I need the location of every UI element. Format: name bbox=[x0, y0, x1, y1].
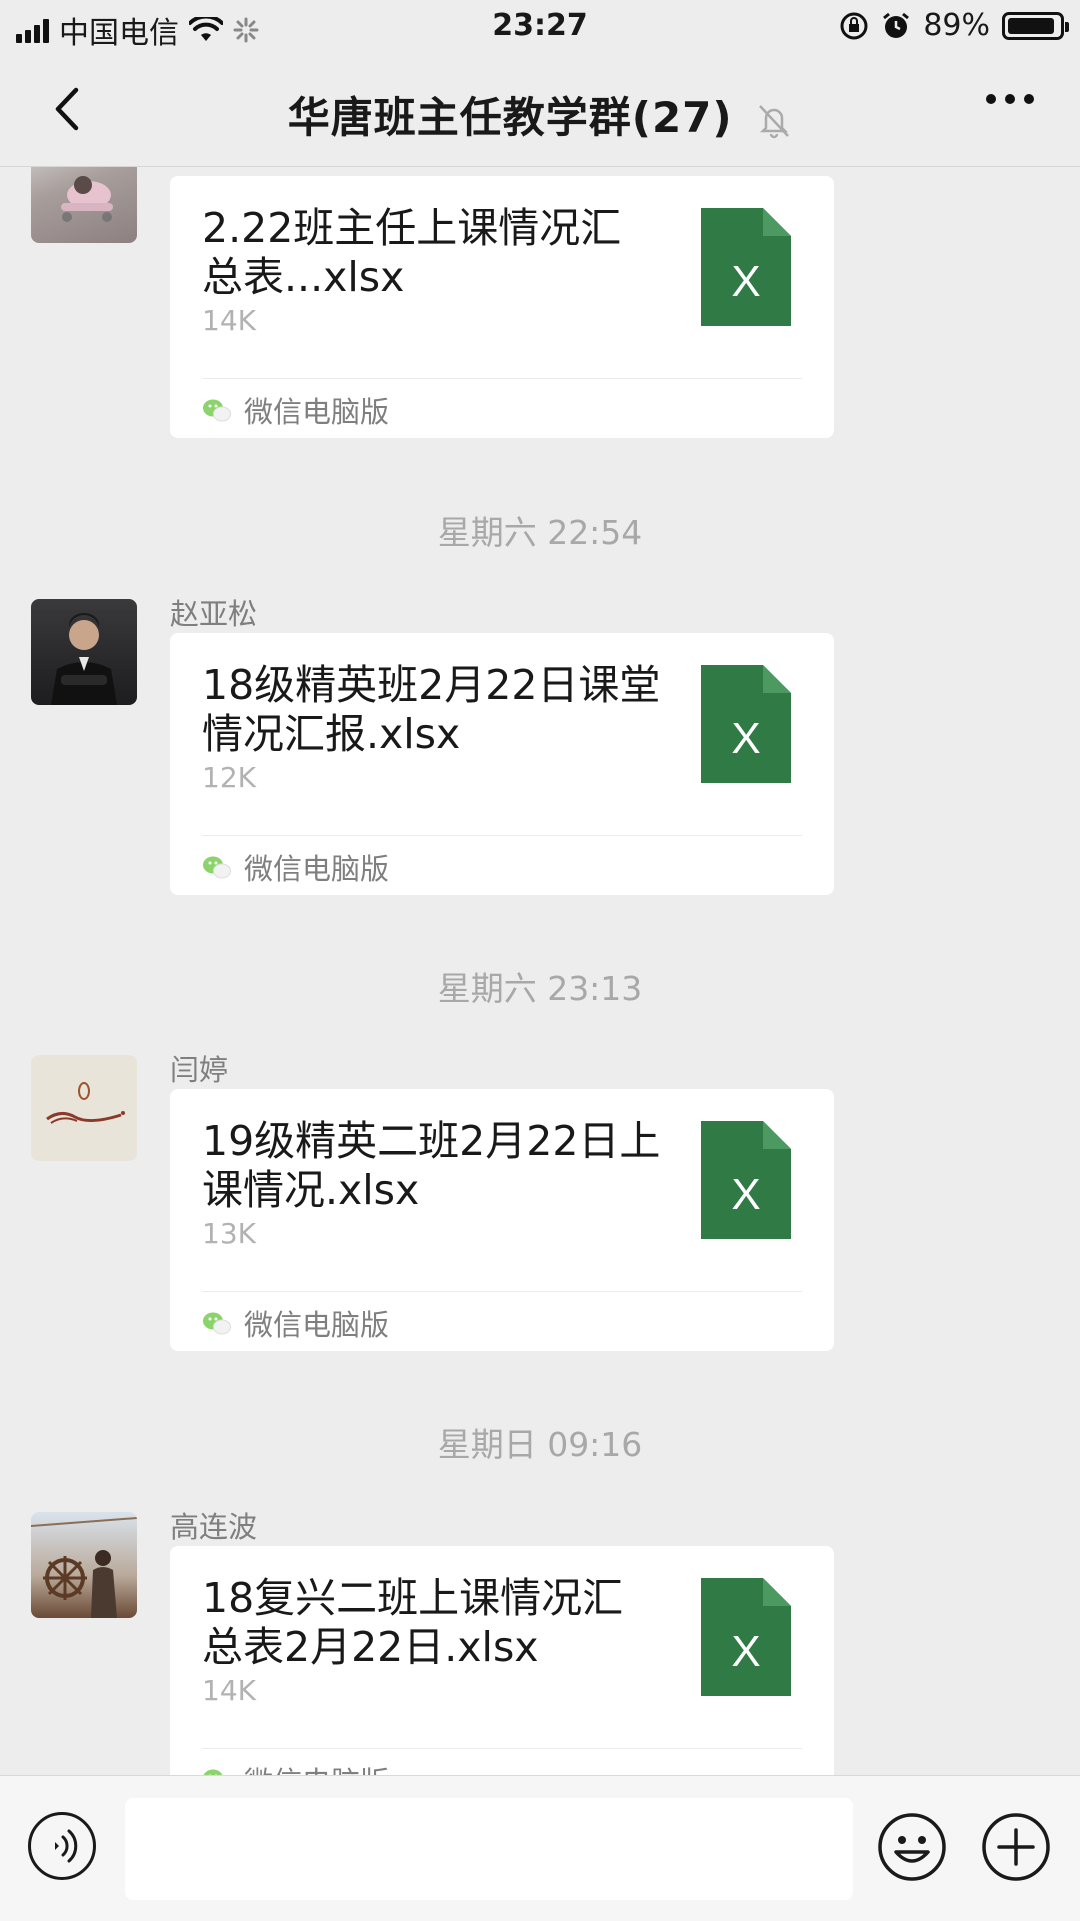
voice-icon[interactable] bbox=[28, 1812, 96, 1880]
chat-area[interactable]: 2.22班主任上课情况汇总表...xlsx 14K X 微信电脑版 星期六 22… bbox=[0, 167, 1080, 1775]
wechat-icon bbox=[203, 399, 231, 422]
file-message-card[interactable]: 2.22班主任上课情况汇总表...xlsx 14K X 微信电脑版 bbox=[170, 176, 834, 438]
source-row: 微信电脑版 bbox=[202, 390, 389, 430]
file-size: 13K bbox=[202, 1217, 256, 1250]
file-name: 18复兴二班上课情况汇总表2月22日.xlsx bbox=[202, 1574, 624, 1671]
source-row: 微信电脑版 bbox=[202, 1760, 389, 1775]
source-row: 微信电脑版 bbox=[202, 1303, 389, 1343]
excel-file-icon: X bbox=[701, 1121, 791, 1239]
excel-file-icon: X bbox=[701, 665, 791, 783]
chat-title: 华唐班主任教学群(27) bbox=[0, 84, 1080, 145]
sender-name: 闫婷 bbox=[170, 1053, 229, 1087]
source-label: 微信电脑版 bbox=[244, 1308, 390, 1342]
file-message-card[interactable]: 19级精英二班2月22日上课情况.xlsx 13K X 微信电脑版 bbox=[170, 1089, 834, 1351]
battery-percent: 89% bbox=[923, 8, 990, 43]
avatar[interactable] bbox=[31, 1055, 137, 1161]
time-separator: 星期六 22:54 bbox=[437, 513, 643, 552]
divider bbox=[202, 378, 802, 379]
plus-icon[interactable] bbox=[981, 1812, 1051, 1882]
source-label: 微信电脑版 bbox=[244, 1759, 389, 1775]
more-icon[interactable] bbox=[986, 94, 1034, 104]
avatar[interactable] bbox=[31, 167, 137, 243]
input-bar bbox=[0, 1775, 1080, 1921]
svg-text:X: X bbox=[731, 1627, 760, 1676]
file-name: 19级精英二班2月22日上课情况.xlsx bbox=[202, 1117, 661, 1214]
wechat-icon bbox=[203, 1312, 231, 1335]
divider bbox=[202, 1748, 802, 1749]
alarm-icon bbox=[883, 12, 910, 38]
svg-text:X: X bbox=[731, 714, 760, 763]
file-message-card[interactable]: 18级精英班2月22日课堂情况汇报.xlsx 12K X 微信电脑版 bbox=[170, 633, 834, 895]
file-size: 14K bbox=[202, 1674, 256, 1707]
source-label: 微信电脑版 bbox=[244, 852, 390, 886]
source-row: 微信电脑版 bbox=[202, 847, 389, 887]
wechat-icon bbox=[203, 856, 231, 879]
nav-bar: 华唐班主任教学群(27) bbox=[0, 54, 1080, 167]
avatar[interactable] bbox=[31, 1512, 137, 1618]
file-name: 18级精英班2月22日课堂情况汇报.xlsx bbox=[202, 661, 661, 758]
source-label: 微信电脑版 bbox=[244, 395, 390, 429]
status-right: 89% bbox=[839, 8, 1069, 43]
avatar[interactable] bbox=[31, 599, 137, 705]
battery-icon bbox=[1002, 11, 1069, 40]
excel-file-icon: X bbox=[701, 208, 791, 326]
svg-text:X: X bbox=[731, 257, 760, 306]
bell-slash-icon bbox=[759, 104, 790, 138]
message-input[interactable] bbox=[125, 1798, 853, 1900]
status-bar: 中国电信 23:27 89% bbox=[0, 0, 1080, 54]
wechat-icon bbox=[203, 1769, 223, 1775]
svg-text:X: X bbox=[731, 1170, 760, 1219]
time-separator: 星期六 23:13 bbox=[437, 969, 643, 1008]
chat-title-text: 华唐班主任教学群(27) bbox=[287, 93, 733, 142]
sender-name: 赵亚松 bbox=[170, 597, 258, 631]
emoji-icon[interactable] bbox=[877, 1812, 947, 1882]
file-size: 14K bbox=[202, 304, 256, 337]
file-name: 2.22班主任上课情况汇总表...xlsx bbox=[202, 204, 622, 301]
file-message-card[interactable]: 18复兴二班上课情况汇总表2月22日.xlsx 14K X 微信电脑版 bbox=[170, 1546, 834, 1775]
rotation-lock-icon bbox=[840, 12, 868, 39]
excel-file-icon: X bbox=[701, 1578, 791, 1696]
sender-name: 高连波 bbox=[170, 1510, 258, 1544]
file-size: 12K bbox=[202, 761, 256, 794]
divider bbox=[202, 835, 802, 836]
time-separator: 星期日 09:16 bbox=[437, 1425, 643, 1464]
divider bbox=[202, 1291, 802, 1292]
